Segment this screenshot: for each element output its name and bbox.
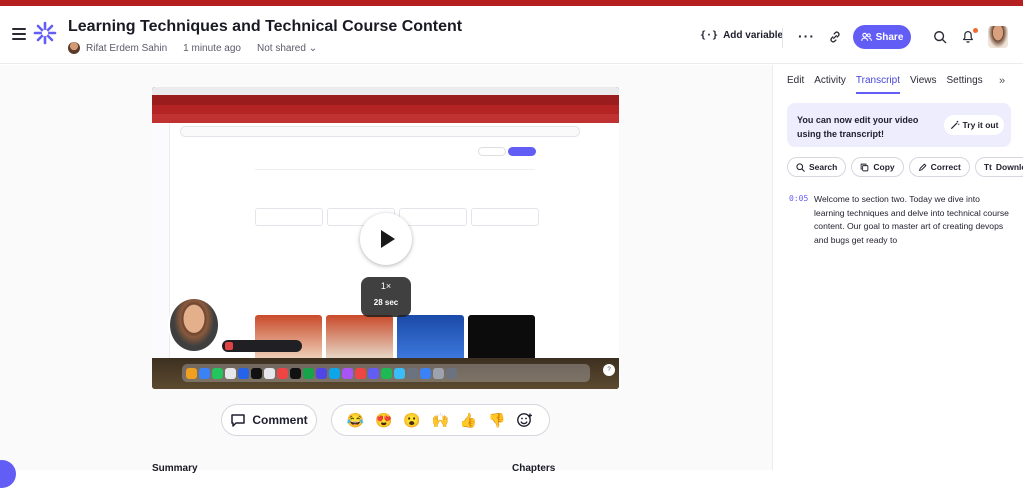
summary-heading: Summary (152, 463, 198, 474)
screen-browser-url (152, 105, 619, 114)
copy-label: Copy (873, 162, 895, 172)
video-duration: 28 sec (373, 298, 399, 307)
reaction-heart-eyes-button[interactable]: 😍 (375, 413, 392, 427)
transcript-text[interactable]: Welcome to section two. Today we dive in… (814, 193, 1012, 247)
users-icon (860, 32, 872, 41)
notification-dot (973, 28, 978, 33)
menu-icon[interactable] (12, 28, 26, 40)
search-icon[interactable] (933, 30, 947, 44)
screen-new-video (508, 147, 536, 156)
variable-icon: {·} (700, 30, 719, 41)
tab-transcript[interactable]: Transcript (855, 75, 900, 94)
tab-edit[interactable]: Edit (787, 75, 804, 94)
playback-info[interactable]: 1× 28 sec (361, 277, 411, 317)
add-variable-label: Add variable (723, 30, 784, 41)
transcript-download-button[interactable]: Tt Download (974, 157, 1023, 177)
add-reaction-icon[interactable] (516, 412, 534, 428)
author-name[interactable]: Rifat Erdem Sahin (86, 43, 167, 54)
video-player[interactable]: ? 1× 28 sec (152, 87, 619, 389)
transcript-correct-button[interactable]: Correct (908, 157, 970, 177)
screen-folder (255, 208, 323, 226)
search-icon (796, 162, 805, 172)
reaction-raised-hands-button[interactable]: 🙌 (432, 413, 449, 427)
banner-text: You can now edit your video using the tr… (797, 115, 919, 139)
play-button[interactable] (360, 213, 412, 265)
author-avatar (68, 42, 80, 54)
reaction-thumbs-up-button[interactable]: 👍 (460, 413, 477, 427)
side-panel: Edit Activity Transcript Views Settings … (772, 65, 1023, 470)
help-button[interactable]: ? (603, 364, 615, 376)
user-avatar[interactable] (988, 26, 1008, 48)
screen-lib-tabs (255, 169, 535, 170)
video-meta: Rifat Erdem Sahin 1 minute ago Not share… (68, 42, 317, 54)
chevron-down-icon: ⌄ (308, 42, 318, 54)
download-label: Download (995, 162, 1023, 172)
floating-action-button[interactable] (0, 460, 16, 488)
time-ago: 1 minute ago (183, 42, 241, 54)
collapse-panel-icon[interactable]: » (999, 75, 1005, 87)
header-divider (782, 28, 783, 48)
share-label: Share (875, 31, 904, 43)
pencil-icon (918, 163, 926, 171)
comment-icon (231, 413, 246, 427)
tab-activity[interactable]: Activity (814, 75, 846, 94)
comment-button[interactable]: Comment (221, 404, 317, 436)
transcript-actions: Search Copy Correct Tt Download (787, 157, 1023, 177)
transcript-copy-button[interactable]: Copy (851, 157, 904, 177)
correct-label: Correct (930, 162, 961, 172)
screen-thumbnail (468, 315, 535, 361)
header: Learning Techniques and Technical Course… (0, 6, 1023, 64)
screen-folder (399, 208, 467, 226)
copy-icon (861, 163, 869, 171)
transcript-timestamp[interactable]: 0:05 (789, 194, 808, 203)
text-format-icon: Tt (983, 162, 992, 172)
screen-thumbnail (326, 315, 393, 361)
sharing-status-dropdown[interactable]: Not shared ⌄ (257, 43, 317, 54)
playback-speed: 1× (380, 281, 392, 291)
share-button[interactable]: Share (853, 25, 911, 49)
screen-browser-tabs (152, 95, 619, 105)
screen-thumbnail (397, 315, 464, 361)
search-label: Search (809, 162, 838, 172)
magic-wand-icon (950, 120, 959, 129)
reaction-thumbs-down-button[interactable]: 👎 (488, 413, 505, 427)
screen-browser-bookmarks (152, 114, 619, 123)
reaction-laugh-button[interactable]: 😂 (347, 413, 364, 427)
add-variable-button[interactable]: {·} Add variable (700, 30, 783, 41)
webcam-bubble (168, 297, 220, 353)
comment-label: Comment (252, 413, 308, 427)
tab-views[interactable]: Views (910, 75, 937, 94)
sharing-status: Not shared (256, 42, 306, 54)
screen-dock-icons (182, 364, 590, 382)
link-icon[interactable] (828, 30, 842, 44)
reaction-surprised-button[interactable]: 😮 (403, 413, 420, 427)
tab-settings[interactable]: Settings (947, 75, 983, 94)
recording-controls (222, 340, 302, 352)
loom-logo-icon[interactable] (33, 21, 57, 45)
try-it-out-button[interactable]: Try it out (944, 115, 1004, 135)
screen-folder (471, 208, 539, 226)
screen-new-folder (478, 147, 506, 156)
more-options-icon[interactable]: ··· (798, 28, 815, 44)
edit-transcript-banner: You can now edit your video using the tr… (787, 103, 1011, 147)
screen-search (180, 126, 580, 137)
screen-thumbnail (255, 315, 322, 361)
reactions-bar: 😂 😍 😮 🙌 👍 👎 (331, 404, 550, 436)
screen-menu-bar (152, 87, 619, 95)
try-it-out-label: Try it out (962, 120, 999, 130)
transcript-search-button[interactable]: Search (787, 157, 847, 177)
screen-dock (152, 358, 619, 389)
main-content: ? 1× 28 sec Comment 😂 😍 😮 🙌 👍 👎 Summary … (0, 65, 772, 488)
page-title: Learning Techniques and Technical Course… (68, 18, 463, 35)
chapters-heading: Chapters (512, 463, 556, 474)
panel-tabs: Edit Activity Transcript Views Settings (787, 75, 983, 94)
